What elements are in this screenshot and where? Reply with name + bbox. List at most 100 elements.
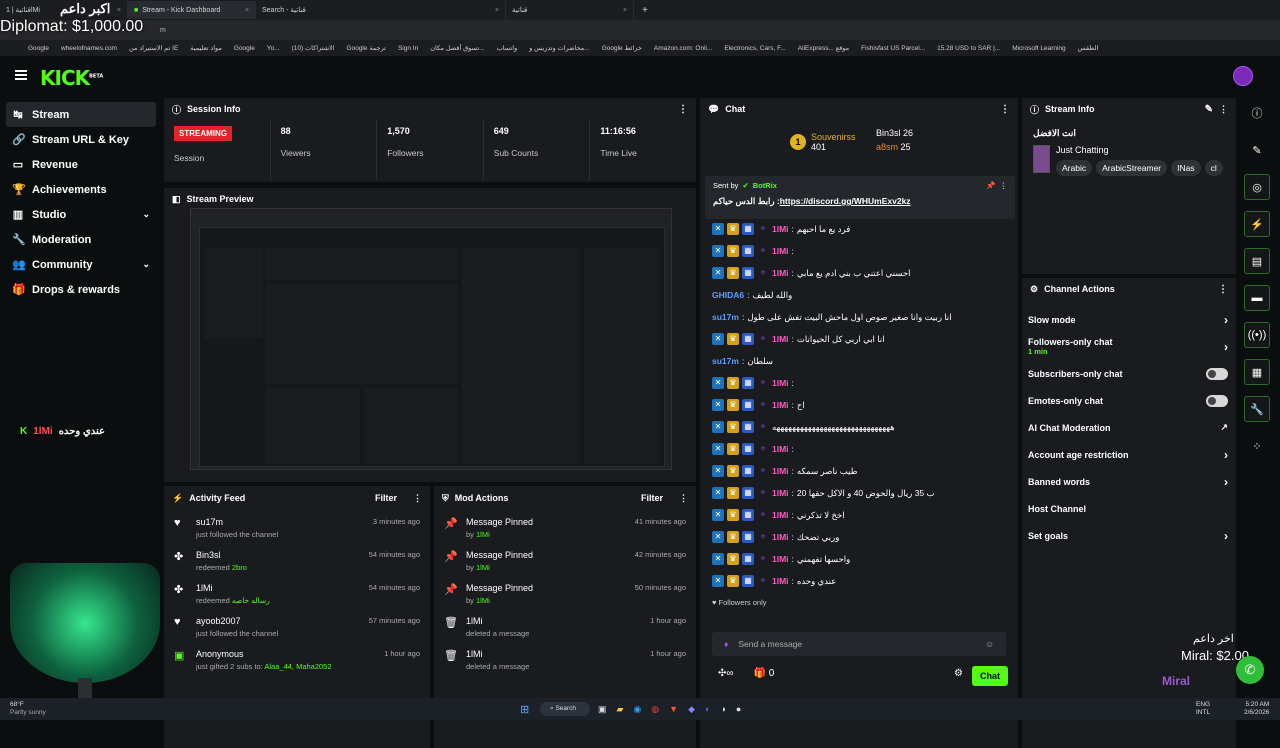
more-icon[interactable]: ⋮ [678,104,688,115]
bookmark-item[interactable]: (10) الاشتراكات [292,44,335,52]
more-icon[interactable]: ⋮ [1218,284,1228,295]
channel-action-item[interactable]: Slow mode › [1022,306,1236,333]
more-icon[interactable]: ⋮ [413,493,422,504]
chat-message[interactable]: ✕ ♛ ▦ ✧ 1lMi: انا ابي اربي كل الحيوانات [712,328,1007,350]
pinned-message[interactable]: Sent by ✔ BotRix 📌 ⋮ رابط الدس حياكم :ht… [705,176,1015,219]
channel-action-item[interactable]: Set goals › [1022,522,1236,549]
chat-username[interactable]: 1lMi [772,378,789,388]
chevron-right-icon[interactable]: › [1224,448,1228,462]
feed-name[interactable]: Message Pinned [466,517,625,527]
sidebar-item-moderation[interactable]: 🔧 Moderation [6,227,156,252]
tag[interactable]: cl [1204,160,1223,176]
channel-action-item[interactable]: AI Chat Moderation ↗ [1022,414,1236,441]
feed-name[interactable]: Anonymous [196,649,374,659]
more-icon[interactable]: ⋮ [679,493,688,504]
bookmark-item[interactable]: wheelofnames.com [61,45,117,52]
bookmark-item[interactable]: Google ترجمة [347,44,386,52]
chat-username[interactable]: 1lMi [772,246,789,256]
chat-username[interactable]: su17m [712,356,739,366]
weather-widget[interactable]: 68°F Partly sunny [0,701,46,717]
chat-message[interactable]: GHIDA6: والله لطيف [712,284,1007,306]
user-avatar[interactable] [1233,66,1253,86]
gift-count[interactable]: 🎁 0 [754,668,775,679]
tag[interactable]: Arabic [1056,160,1093,176]
chat-username[interactable]: 1lMi [772,510,789,520]
channel-action-item[interactable]: Host Channel [1022,495,1236,522]
bookmark-item[interactable]: مواد تعليمية [190,44,222,52]
settings-icon[interactable]: ⚙ [954,668,963,679]
tag[interactable]: ArabicStreamer [1096,160,1168,176]
close-icon[interactable]: × [245,7,249,14]
address-bar[interactable]: m [0,20,1280,40]
channel-action-item[interactable]: Emotes-only chat [1022,387,1236,414]
chevron-right-icon[interactable]: › [1224,340,1228,354]
bookmark-item[interactable]: Fishisfast US Parcel... [861,45,925,52]
chat-username[interactable]: 1lMi [772,532,789,542]
bookmark-item[interactable]: 15.28 USD to SAR |... [937,45,1000,52]
bookmark-item[interactable]: Google [234,45,255,52]
toggle-switch[interactable] [1206,367,1228,380]
community-icon[interactable]: ⁘ [1244,433,1270,459]
chat-username[interactable]: 1lMi [772,554,789,564]
feed-name[interactable]: Bin3sl [196,550,359,560]
external-link-icon[interactable]: ↗ [1220,422,1228,433]
browser-tab[interactable]: Search - قناتية × [256,1,506,19]
chat-message[interactable]: ✕ ♛ ▦ ✧ 1lMi: [712,372,1007,394]
chat-message[interactable]: ✕ ♛ ▦ ✧ 1lMi: عندي وحده [712,570,1007,592]
folder-icon[interactable]: ▰ [617,704,624,715]
chevron-down-icon[interactable]: ⌄ [142,209,150,220]
menu-icon[interactable] [15,70,27,80]
lang-indicator[interactable]: ENG INTL [1196,701,1210,717]
feed-name[interactable]: 1lMi [466,649,640,659]
stream-preview-video[interactable] [190,208,672,470]
layout-icon[interactable]: ▦ [1244,359,1270,385]
chrome-icon[interactable]: ◍ [651,704,659,715]
chat-message[interactable]: ✕ ♛ ▦ ✧ 1lMi: [712,438,1007,460]
sidebar-item-stream-url-key[interactable]: 🔗 Stream URL & Key [6,127,156,152]
bookmark-item[interactable]: Yo... [267,45,280,52]
feed-name[interactable]: 1lMi [196,583,359,593]
chat-message[interactable]: ✕ ♛ ▦ ✧ 1lMi: وربي تضحك [712,526,1007,548]
pinned-link[interactable]: https://discord.gg/WHUmExv2kz [780,196,911,206]
chevron-right-icon[interactable]: › [1224,529,1228,543]
kick-logo[interactable]: KICKBETA [40,66,103,90]
discord-icon[interactable]: ◐ [705,704,710,715]
chat-message[interactable]: su17m: انا ربيت وانا صغير صوص اول ماحش ال… [712,306,1007,328]
tag[interactable]: INas [1171,160,1201,176]
chat-username[interactable]: 1lMi [772,334,789,344]
search-box[interactable]: ⌕ Search [540,702,590,716]
edit-icon[interactable]: ✎ [1244,137,1270,163]
chat-username[interactable]: 1lMi [772,466,789,476]
browser-tab[interactable]: قناتية × [506,1,634,19]
chat-message[interactable]: ✕ ♛ ▦ ✧ 1lMi: [712,240,1007,262]
brave-icon[interactable]: ▼ [669,704,678,715]
close-icon[interactable]: × [117,7,121,14]
filter-button[interactable]: Filter [375,493,397,503]
bookmark-item[interactable]: تم الاستيراد من IE [129,44,178,52]
sidebar-item-studio[interactable]: ▥ Studio ⌄ [6,202,156,227]
bookmark-item[interactable]: تسوق أفضل مكان... [430,44,484,52]
new-tab-icon[interactable]: + [634,5,656,16]
channel-action-item[interactable]: Followers-only chat 1 min › [1022,333,1236,360]
bookmark-item[interactable]: واتساب [497,44,518,52]
obs-icon[interactable]: ● [736,704,741,715]
edge-icon[interactable]: ◉ [633,704,641,715]
infinity-icon[interactable]: ✣∞ [718,668,734,679]
chat-message[interactable]: ✕ ♛ ▦ ✧ 1lMi: فرد يع ما احبهم [712,218,1007,240]
task-view-icon[interactable]: ▣ [598,704,607,715]
bookmark-item[interactable]: الطقس [1078,44,1099,52]
chat-username[interactable]: 1lMi [772,576,789,586]
filter-button[interactable]: Filter [641,493,663,503]
toggle-switch[interactable] [1206,394,1228,407]
start-icon[interactable]: ⊞ [520,703,529,716]
app-icon[interactable]: ◆ [688,704,695,715]
clock[interactable]: 5:20 AM 2/6/2026 [1244,701,1269,717]
chat-username[interactable]: GHIDA6 [712,290,744,300]
lightning-icon[interactable]: ⚡ [1244,211,1270,237]
chevron-right-icon[interactable]: › [1224,475,1228,489]
sidebar-item-revenue[interactable]: ▭ Revenue [6,152,156,177]
broadcast-icon[interactable]: ((•)) [1244,322,1270,348]
more-icon[interactable]: ⋮ [1219,104,1228,115]
whatsapp-icon[interactable]: ✆ [1236,656,1264,684]
edit-icon[interactable]: ✎ [1205,104,1213,115]
